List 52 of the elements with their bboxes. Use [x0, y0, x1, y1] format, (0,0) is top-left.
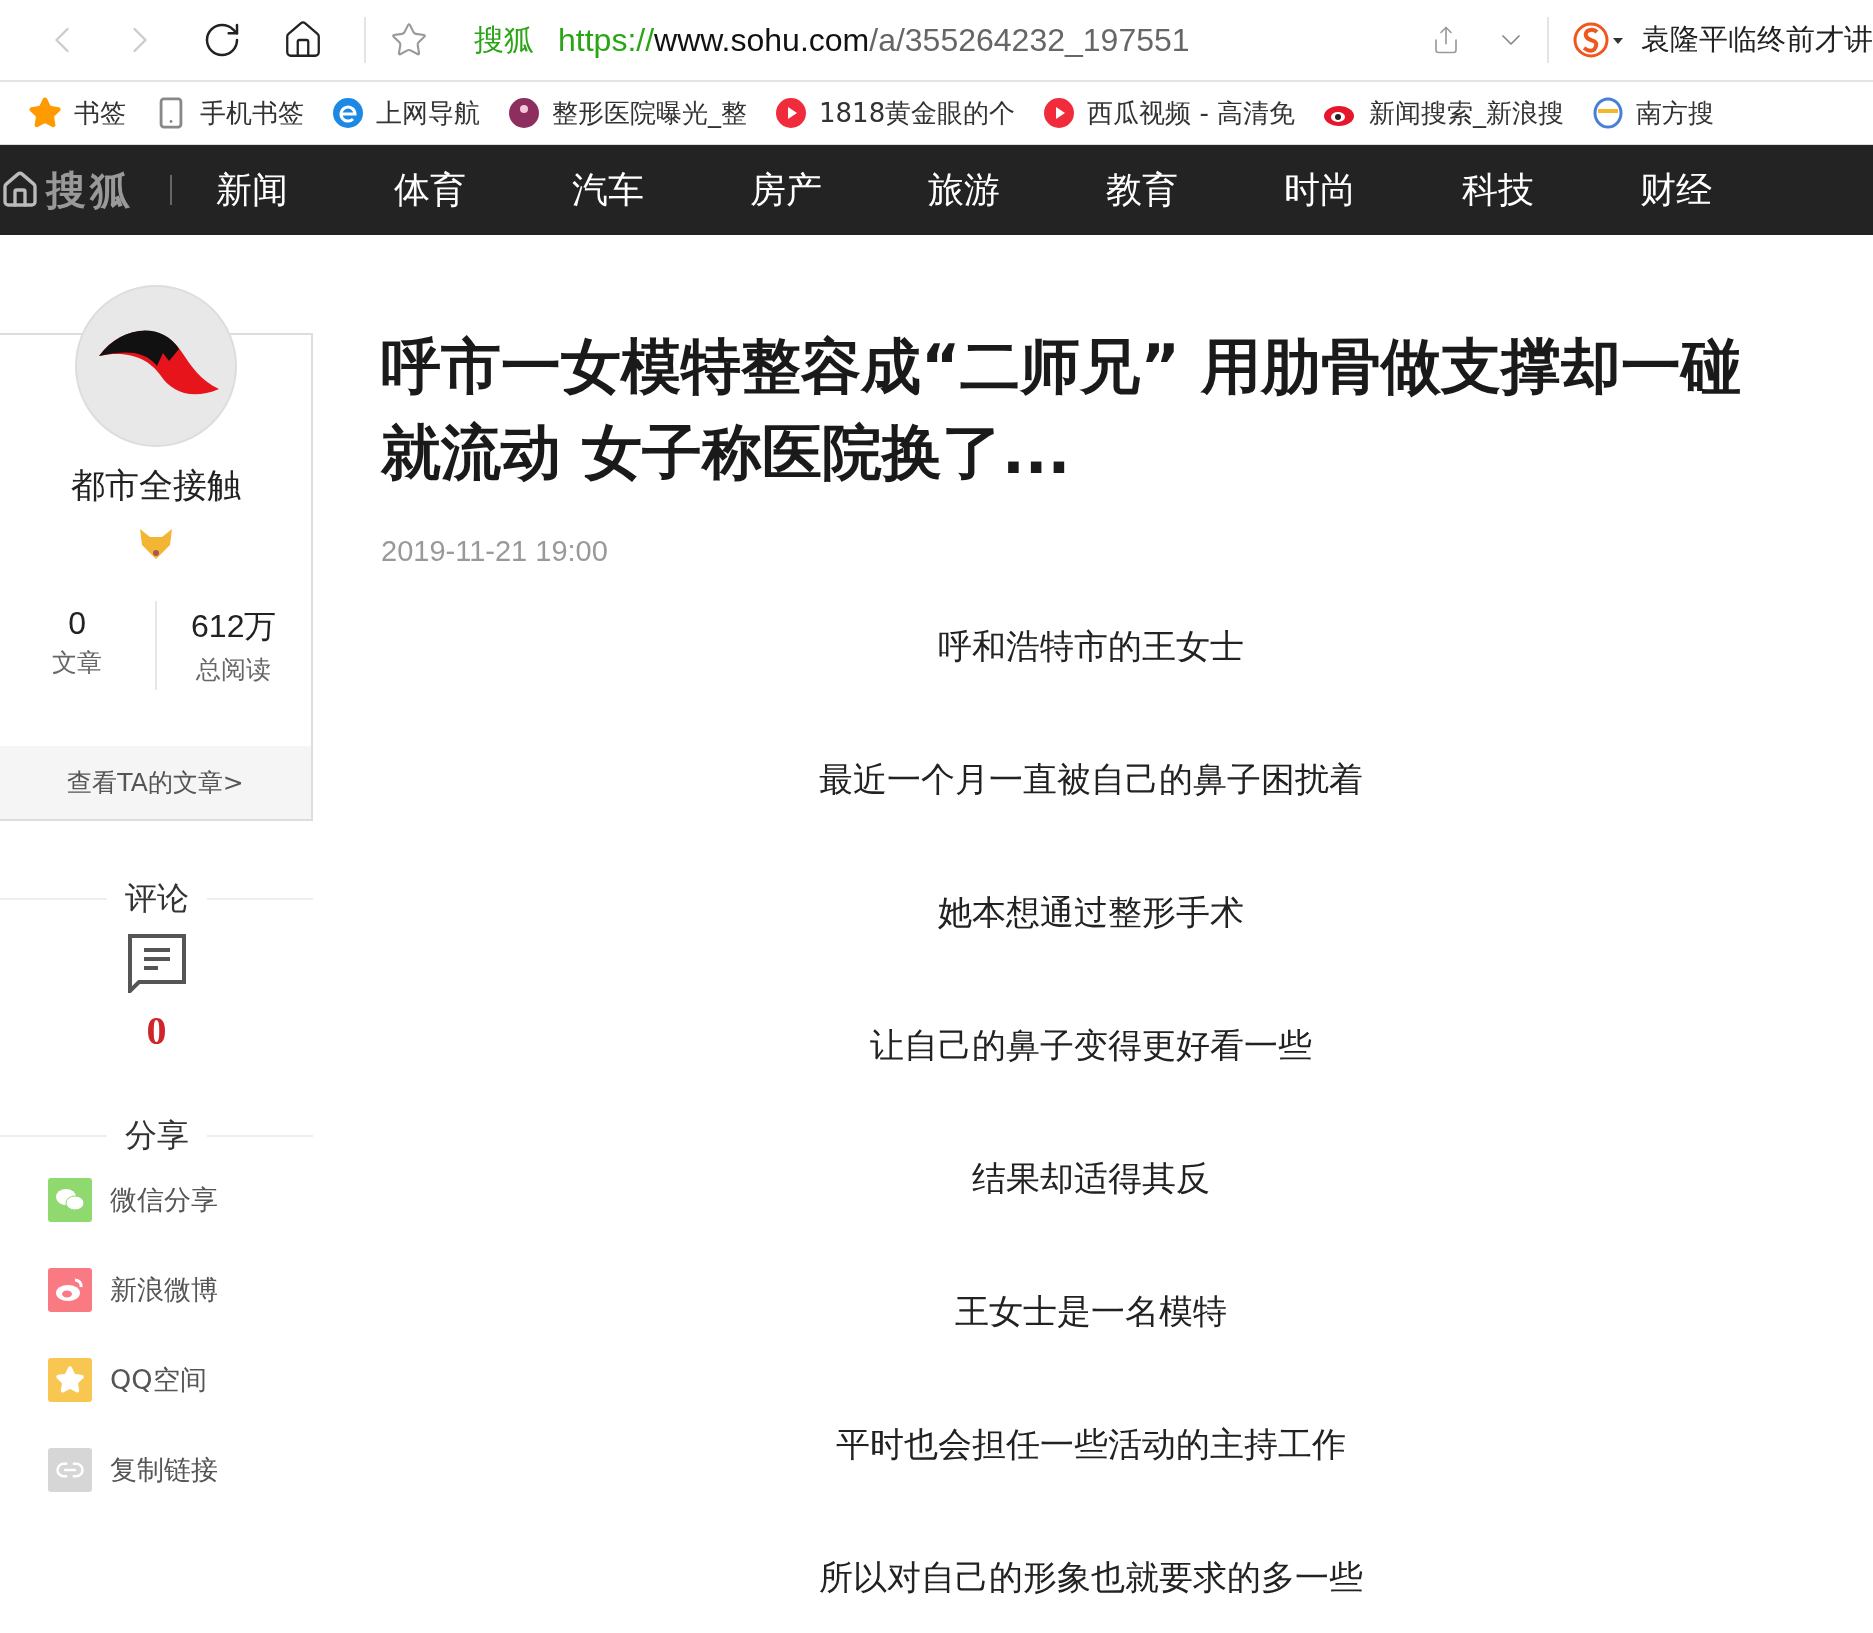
comment-icon[interactable] [126, 933, 187, 993]
article-paragraph: 所以对自己的形象也就要求的多一些 [818, 1556, 1364, 1599]
article-paragraph: 最近一个月一直被自己的鼻子困扰着 [818, 758, 1364, 801]
site-label: 搜狐 [474, 20, 534, 59]
bookmark-item[interactable]: 整形医院曝光_整 [508, 95, 747, 131]
home-icon [0, 170, 40, 210]
share-link[interactable]: 微信分享 [48, 1178, 313, 1222]
nav-link[interactable]: 旅游 [928, 165, 1106, 215]
nav-link[interactable]: 教育 [1106, 165, 1284, 215]
nav-link[interactable]: 体育 [394, 165, 572, 215]
bookmark-item[interactable]: 1818黄金眼的个 [775, 95, 1016, 131]
bookmark-item[interactable]: 南方搜 [1592, 95, 1715, 131]
share-link[interactable]: 新浪微博 [48, 1268, 313, 1312]
section-heading: 评论 [123, 878, 190, 919]
share-link[interactable]: 复制链接 [48, 1448, 313, 1492]
stat-label: 文章 [52, 647, 103, 679]
bookmark-item[interactable]: 书签 [28, 95, 126, 131]
nav-link[interactable]: 财经 [1640, 165, 1818, 215]
stat-value: 0 [68, 605, 87, 642]
article-paragraph: 她本想通过整形手术 [937, 891, 1245, 934]
star-icon [28, 96, 62, 130]
play-icon [775, 97, 807, 129]
article-paragraph: 平时也会担任一些活动的主持工作 [835, 1423, 1347, 1466]
nav-link[interactable]: 房产 [750, 165, 928, 215]
play-icon [1043, 97, 1076, 129]
share-link[interactable]: QQ空间 [48, 1358, 313, 1402]
bookmark-item[interactable]: 手机书签 [154, 95, 304, 131]
comment-count: 0 [146, 1007, 167, 1054]
bookmark-item[interactable]: 上网导航 [332, 95, 480, 131]
article-paragraph: 结果却适得其反 [971, 1157, 1211, 1200]
nav-link[interactable]: 时尚 [1284, 165, 1462, 215]
nav-link[interactable]: 汽车 [572, 165, 750, 215]
stat-label: 总阅读 [196, 654, 272, 686]
stat-value: 612万 [191, 607, 277, 646]
article-paragraph: 王女士是一名模特 [954, 1290, 1228, 1333]
bookmark-item[interactable]: 新闻搜索_新浪搜 [1323, 95, 1565, 131]
author-name: 都市全接触 [70, 464, 241, 507]
search-engine-button[interactable] [1573, 20, 1625, 60]
article-paragraph: 让自己的鼻子变得更好看一些 [869, 1024, 1313, 1067]
section-heading: 分享 [123, 1115, 190, 1156]
article-paragraph: 呼和浩特市的王女士 [937, 625, 1245, 668]
fox-badge-icon [137, 527, 174, 561]
nav-link[interactable]: 新闻 [216, 165, 394, 215]
browser-icon [332, 97, 364, 129]
article-title: 呼市一女模特整容成“二师兄” 用肋骨做支撑却一碰就流动 女子称医院换了... [381, 330, 1742, 489]
search-suggestion[interactable]: 袁隆平临终前才讲 [1641, 20, 1873, 60]
url-field[interactable]: https://www.sohu.com/a/355264232_197551 [558, 21, 1431, 59]
author-articles-link[interactable]: 查看TA的文章> [0, 746, 311, 819]
site-logo[interactable]: 搜狐 [46, 162, 134, 218]
nav-link[interactable]: 科技 [1462, 165, 1640, 215]
article-date: 2019-11-21 19:00 [381, 535, 609, 568]
bookmark-item[interactable]: 西瓜视频 - 高清免 [1043, 95, 1296, 131]
